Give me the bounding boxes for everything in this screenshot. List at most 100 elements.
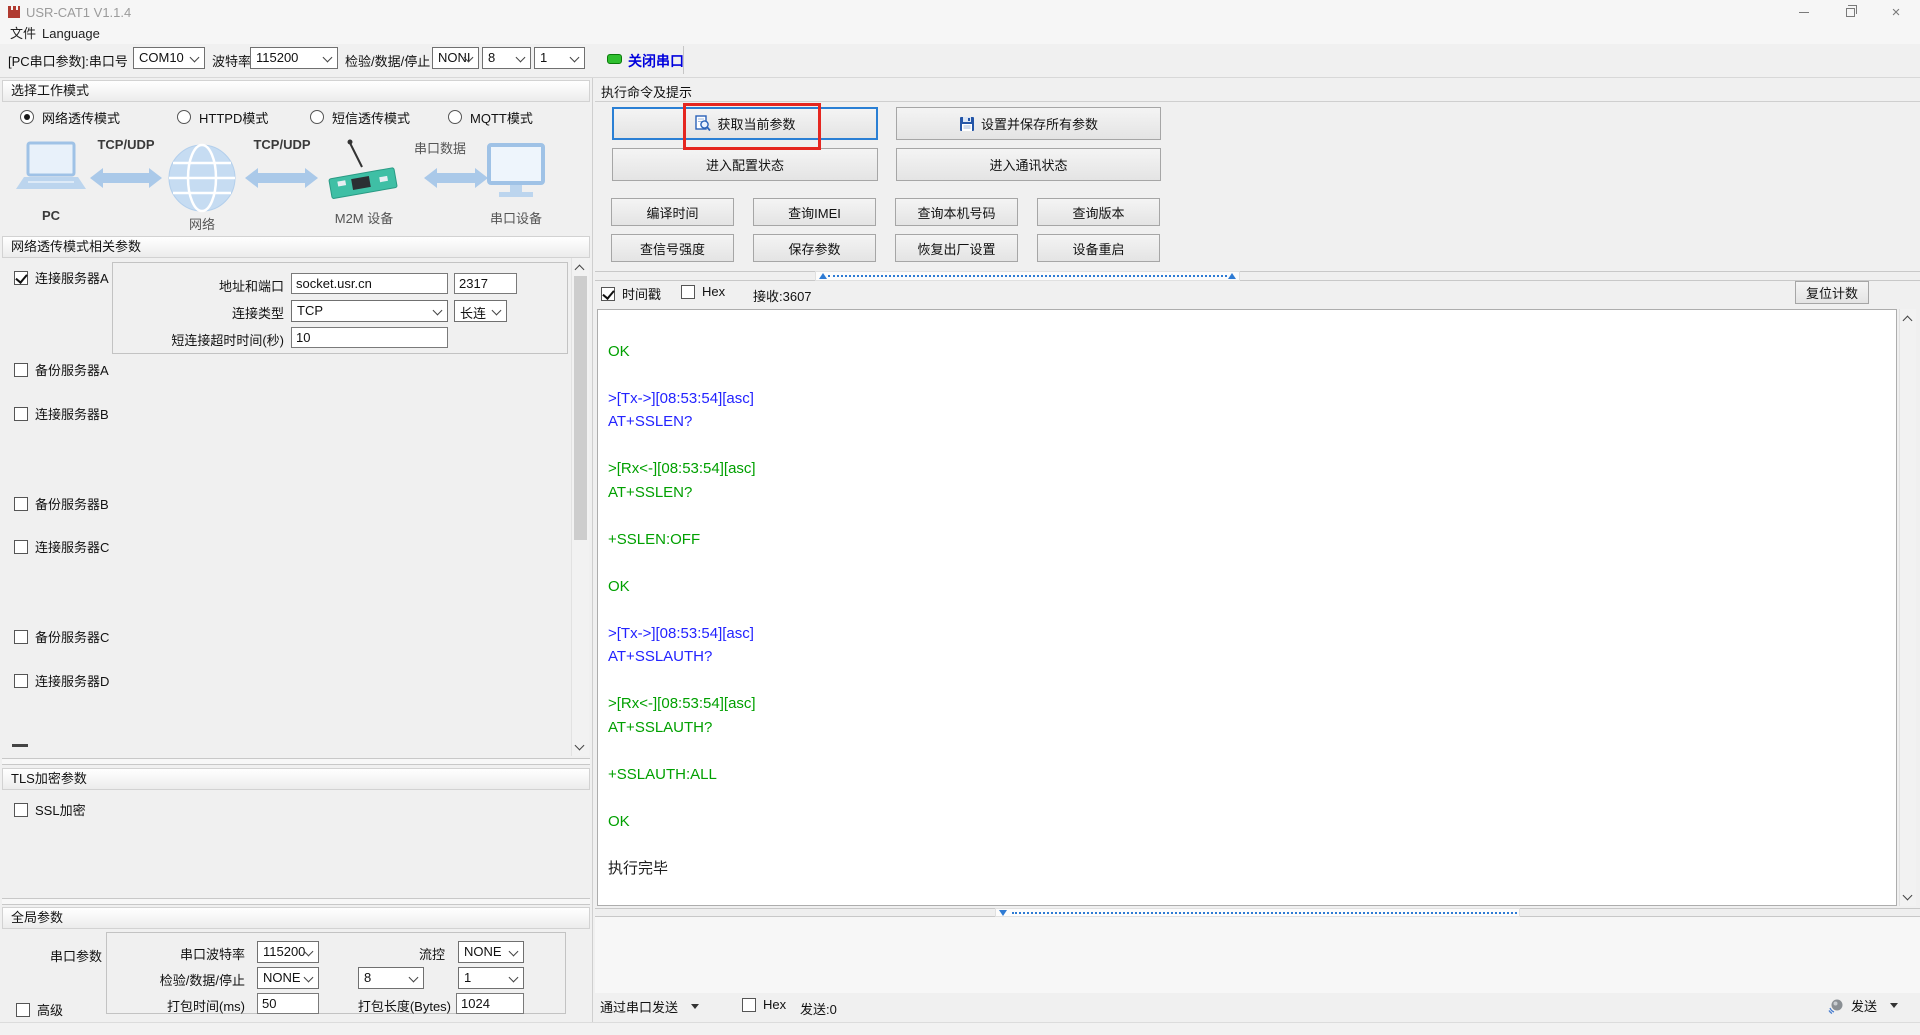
send-hex-checkbox[interactable] <box>742 997 756 1012</box>
radio-icon[interactable] <box>310 110 324 124</box>
send-button[interactable]: 发送 <box>1828 996 1899 1015</box>
global-baud-select[interactable]: 115200 <box>257 941 319 963</box>
work-mode-option[interactable]: 短信透传模式 <box>304 108 442 127</box>
global-params-header: 全局参数 <box>2 907 590 929</box>
ssl-row[interactable]: SSL加密 <box>14 800 86 819</box>
server-checkbox-row[interactable]: 备份服务器A <box>14 360 109 379</box>
command-button[interactable]: 恢复出厂设置 <box>895 234 1018 262</box>
command-button[interactable]: 保存参数 <box>753 234 876 262</box>
ssl-checkbox[interactable] <box>14 802 28 817</box>
work-mode-option[interactable]: HTTPD模式 <box>171 108 304 127</box>
ssl-label: SSL加密 <box>35 803 86 818</box>
databits-select[interactable]: 8 <box>482 47 531 69</box>
server-checkbox-row[interactable]: 连接服务器C <box>14 537 109 556</box>
stopbits-select[interactable]: 1 <box>534 47 585 69</box>
net-params-scrollbar[interactable] <box>571 258 589 756</box>
checkbox-icon[interactable] <box>14 673 28 688</box>
menu-language[interactable]: Language <box>36 24 106 44</box>
log-splitter-handle[interactable] <box>815 271 1240 281</box>
server-checkbox-row[interactable]: 连接服务器D <box>14 671 109 690</box>
scroll-down-icon[interactable] <box>1902 890 1913 901</box>
collapse-up-icon[interactable] <box>1228 273 1236 279</box>
baud-select[interactable]: 115200 <box>250 47 338 69</box>
scroll-up-icon[interactable] <box>574 264 585 275</box>
advanced-row[interactable]: 高级 <box>16 1000 63 1019</box>
log-line: >[Rx<-][08:53:54][asc] <box>608 460 756 477</box>
keep-mode-select[interactable]: 长连 <box>454 300 507 322</box>
get-params-button[interactable]: 获取当前参数 <box>612 107 878 140</box>
command-button[interactable]: 查询本机号码 <box>895 198 1018 226</box>
left-splitter-1[interactable] <box>2 758 590 765</box>
pack-time-input[interactable] <box>257 993 319 1014</box>
log-line: OK <box>608 577 630 595</box>
close-button[interactable]: × <box>1873 0 1919 24</box>
enter-comm-button[interactable]: 进入通讯状态 <box>896 148 1161 181</box>
serial-device-label: 串口设备 <box>489 211 543 226</box>
work-mode-option[interactable]: MQTT模式 <box>442 108 572 127</box>
server-address-input[interactable] <box>291 273 448 294</box>
checkbox-icon[interactable] <box>14 496 28 511</box>
recv-hex-checkbox[interactable] <box>681 284 695 299</box>
minimize-button[interactable] <box>1781 0 1827 24</box>
timestamp-checkbox[interactable] <box>601 286 615 301</box>
close-serial-button[interactable]: 关闭串口 <box>628 51 684 71</box>
flow-select[interactable]: NONE <box>458 941 524 963</box>
enter-config-button[interactable]: 进入配置状态 <box>612 148 878 181</box>
server-a-checkbox[interactable] <box>14 270 28 285</box>
radio-icon[interactable] <box>177 110 191 124</box>
collapse-up-icon[interactable] <box>819 273 827 279</box>
send-hex-row[interactable]: Hex <box>742 997 786 1012</box>
send-via-button[interactable]: 通过串口发送 <box>600 997 700 1016</box>
radio-icon[interactable] <box>448 110 462 124</box>
receive-log[interactable]: OK >[Tx->][08:53:54][asc] AT+SSLEN? >[Rx… <box>597 309 1897 906</box>
command-button[interactable]: 设备重启 <box>1037 234 1160 262</box>
global-stopbits-select[interactable]: 1 <box>458 967 524 989</box>
parity-select[interactable]: NONI <box>432 47 479 69</box>
arrow-right-icon <box>424 168 488 188</box>
net-params-header: 网络透传模式相关参数 <box>2 236 590 258</box>
short-conn-timeout-input[interactable] <box>291 327 448 348</box>
checkbox-icon[interactable] <box>14 406 28 421</box>
command-button[interactable]: 编译时间 <box>611 198 734 226</box>
reset-counter-button[interactable]: 复位计数 <box>1795 281 1869 304</box>
collapse-down-icon[interactable] <box>999 910 1007 916</box>
com-port-select[interactable]: COM10 <box>133 47 205 69</box>
set-save-button[interactable]: 设置并保存所有参数 <box>896 107 1161 140</box>
log-line: AT+SSLEN? <box>608 483 693 501</box>
server-checkbox-row[interactable]: 连接服务器B <box>14 404 109 423</box>
send-splitter-handle[interactable] <box>995 908 1520 917</box>
serial-toolbar: [PC串口参数]:串口号 COM10 波特率 115200 检验/数据/停止 N… <box>0 44 1920 78</box>
pack-len-input[interactable] <box>456 993 524 1014</box>
restore-button[interactable] <box>1827 0 1873 24</box>
scroll-down-icon[interactable] <box>574 740 585 751</box>
server-port-input[interactable] <box>454 273 517 294</box>
checkbox-icon[interactable] <box>14 539 28 554</box>
server-a-row[interactable]: 连接服务器A <box>14 268 109 287</box>
work-mode-option[interactable]: 网络透传模式 <box>14 108 171 127</box>
command-button[interactable]: 查询版本 <box>1037 198 1160 226</box>
scrollbar-thumb[interactable] <box>574 276 587 540</box>
dropdown-arrow-icon <box>1890 1003 1899 1008</box>
conn-type-select[interactable]: TCP <box>291 300 448 322</box>
command-button[interactable]: 查询IMEI <box>753 198 876 226</box>
command-button[interactable]: 查信号强度 <box>611 234 734 262</box>
window-title: USR-CAT1 V1.1.4 <box>26 5 132 20</box>
timestamp-row[interactable]: 时间戳 <box>601 284 661 303</box>
checkbox-icon[interactable] <box>14 362 28 377</box>
advanced-checkbox[interactable] <box>16 1002 30 1017</box>
checkbox-icon[interactable] <box>14 629 28 644</box>
server-checkbox-row[interactable]: 备份服务器B <box>14 494 109 513</box>
scroll-up-icon[interactable] <box>1902 315 1913 326</box>
tls-header: TLS加密参数 <box>2 768 590 790</box>
log-splitter[interactable] <box>595 271 1920 281</box>
global-parity-select[interactable]: NONE <box>257 967 319 989</box>
log-line: OK <box>608 812 630 830</box>
server-checkbox-row[interactable]: 备份服务器C <box>14 627 109 646</box>
recv-hex-row[interactable]: Hex <box>681 284 725 299</box>
left-splitter-2[interactable] <box>2 898 590 905</box>
global-databits-select[interactable]: 8 <box>358 967 424 989</box>
send-input-area[interactable] <box>595 917 1920 993</box>
log-scrollbar[interactable] <box>1899 309 1916 906</box>
radio-icon[interactable] <box>20 110 34 124</box>
